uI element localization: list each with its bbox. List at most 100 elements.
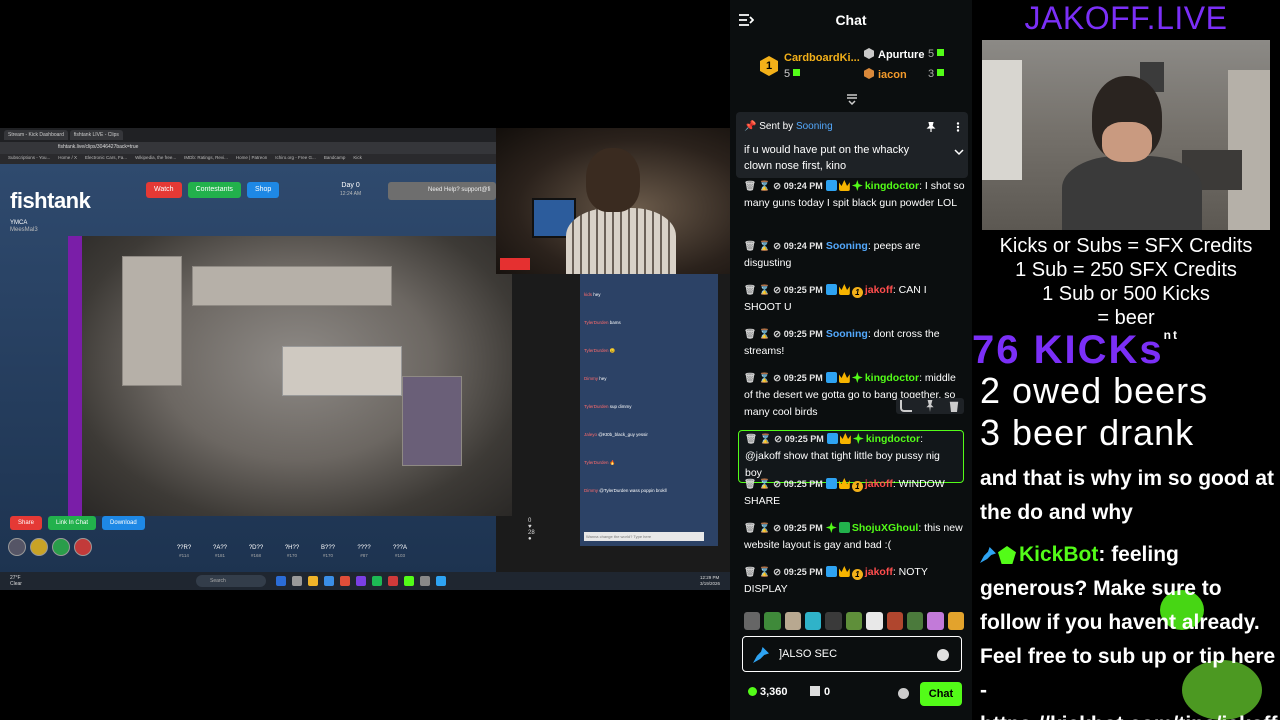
channel-points[interactable]: 3,360 — [748, 686, 788, 698]
emote-icon[interactable] — [825, 612, 842, 630]
pin-message-icon[interactable] — [926, 400, 934, 412]
emote-icon[interactable] — [927, 612, 944, 630]
mod-actions[interactable]: 🗑 ⌛ ⊘ — [744, 523, 784, 534]
gift-leaderboard[interactable]: 1 CardboardKi... 5 Apurture 5 iacon 3 — [730, 40, 972, 92]
message-username[interactable]: kingdoctor — [865, 372, 919, 384]
mod-actions[interactable]: 🗑 ⌛ ⊘ — [744, 241, 784, 252]
kick-icon[interactable] — [404, 576, 414, 586]
stat-sub: #87 — [360, 553, 368, 558]
contestants-button[interactable]: Contestants — [187, 182, 241, 198]
help-banner[interactable]: Need Help? support@fi — [388, 182, 496, 200]
owed-beers: 2 owed beers — [980, 370, 1209, 411]
message-username[interactable]: kingdoctor — [866, 433, 920, 445]
more-options-icon[interactable] — [956, 122, 960, 132]
chat-message[interactable]: 🗑 ⌛ ⊘ 09:25 PM 1 jakoff: NOTY DISPLAY — [744, 564, 966, 598]
shop-button[interactable]: Shop — [246, 182, 280, 198]
emote-icon[interactable] — [764, 612, 781, 630]
leaderboard-third[interactable]: iacon 3 — [864, 68, 945, 81]
browser-tab[interactable]: fishtank LIVE - Clips — [69, 130, 123, 140]
chat-message[interactable]: 🗑 ⌛ ⊘ 09:25 PM ShojuXGhoul: this new webs… — [744, 520, 966, 554]
emote-icon[interactable] — [805, 612, 822, 630]
chat-message-list[interactable]: 🗑 ⌛ ⊘ 09:24 PM kingdoctor: I shot so many… — [730, 178, 972, 606]
watch-button[interactable]: Watch — [146, 182, 182, 198]
emblem-icon[interactable] — [74, 538, 92, 556]
mod-actions[interactable]: 🗑 ⌛ ⊘ — [744, 373, 784, 384]
chat-message[interactable]: 🗑 ⌛ ⊘ 09:25 PM 1 jakoff: WINDOW SHARE — [744, 476, 966, 510]
screen: Stream - Kick Dashboard fishtank LIVE - … — [0, 0, 1280, 720]
app-icon[interactable] — [420, 576, 430, 586]
emoji-picker-icon[interactable] — [937, 649, 949, 661]
bookmark[interactable]: Electronic Cars, Fa... — [85, 155, 127, 163]
message-username[interactable]: Sooning — [826, 240, 868, 252]
mod-actions[interactable]: 🗑 ⌛ ⊘ — [744, 181, 784, 192]
emblem-icon[interactable] — [52, 538, 70, 556]
chat-message[interactable]: 🗑 ⌛ ⊘ 09:24 PM kingdoctor: I shot so many… — [744, 178, 966, 212]
emote-icon[interactable] — [784, 612, 802, 630]
obs-icon[interactable] — [388, 576, 398, 586]
taskbar-clock[interactable]: 12:29 PM 3/19/2026 — [700, 575, 720, 587]
emote-icon[interactable] — [947, 612, 964, 630]
reply-icon[interactable] — [900, 400, 912, 412]
mod-actions[interactable]: 🗑 ⌛ ⊘ — [744, 285, 784, 296]
gear-icon[interactable] — [898, 688, 909, 699]
bookmark[interactable]: Home / X — [58, 155, 77, 163]
mod-actions[interactable]: 🗑 ⌛ ⊘ — [744, 479, 784, 490]
chat-message[interactable]: 🗑 ⌛ ⊘ 09:25 PM Sooning: dont cross the st… — [744, 326, 966, 360]
message-username[interactable]: Sooning — [826, 328, 868, 340]
chat-input[interactable]: ]ALSO SEC — [742, 636, 962, 672]
emote-icon[interactable] — [866, 612, 883, 630]
bookmark[interactable]: Subscriptions - You... — [8, 155, 50, 163]
mod-actions[interactable]: 🗑 ⌛ ⊘ — [744, 329, 784, 340]
expand-leaderboard-icon[interactable] — [846, 93, 858, 105]
fishtank-logo[interactable]: fishtank — [10, 188, 91, 214]
spotify-icon[interactable] — [372, 576, 382, 586]
bookmark[interactable]: Kick — [353, 155, 362, 163]
chat-message[interactable]: 🗑 ⌛ ⊘ 09:25 PM 1 jakoff: CAN I SHOOT U — [744, 282, 966, 316]
bookmark[interactable]: IMDb: Ratings, Revi... — [184, 155, 228, 163]
pin-icon[interactable] — [926, 122, 936, 132]
chevron-down-icon[interactable] — [954, 148, 964, 156]
emote-icon[interactable] — [845, 612, 863, 630]
gifter-badge-icon — [852, 433, 864, 444]
emote-icon[interactable] — [886, 612, 903, 630]
bookmark[interactable]: Bandcamp — [324, 155, 346, 163]
download-button[interactable]: Download — [102, 516, 145, 530]
emote-icon[interactable] — [744, 612, 761, 630]
message-username[interactable]: jakoff — [865, 478, 893, 490]
taskbar-search[interactable]: Search — [196, 575, 266, 587]
mod-actions[interactable]: 🗑 ⌛ ⊘ — [744, 567, 784, 578]
taskview-icon[interactable] — [292, 576, 302, 586]
message-username[interactable]: kingdoctor — [865, 180, 919, 192]
app-icon[interactable] — [436, 576, 446, 586]
emblem-icon[interactable] — [30, 538, 48, 556]
browser-tab[interactable]: Stream - Kick Dashboard — [4, 130, 68, 140]
sent-by-user[interactable]: Sooning — [796, 121, 833, 132]
emblem-icon[interactable] — [8, 538, 26, 556]
message-username[interactable]: jakoff — [865, 566, 893, 578]
camera-feed[interactable] — [68, 236, 512, 516]
message-username[interactable]: jakoff — [865, 284, 893, 296]
pinned-message[interactable]: 📌 Sent by Sooning if u would have put on… — [736, 112, 968, 178]
bookmark[interactable]: Home | Patreon — [236, 155, 267, 163]
chrome-icon[interactable] — [340, 576, 350, 586]
emote-icon[interactable] — [906, 612, 924, 630]
discord-icon[interactable] — [356, 576, 366, 586]
weather-widget[interactable]: 27°F Clear — [10, 575, 22, 587]
cam-head — [586, 148, 640, 212]
link-in-chat-button[interactable]: Link In Chat — [48, 516, 97, 530]
folder-icon[interactable] — [308, 576, 318, 586]
mod-actions[interactable]: 🗑 ⌛ ⊘ — [745, 434, 785, 445]
ft-chat-input[interactable]: Wanna change the world? Type here — [584, 532, 704, 541]
leaderboard-second[interactable]: Apurture 5 — [864, 48, 945, 61]
share-button[interactable]: Share — [10, 516, 43, 530]
bookmark[interactable]: Ichiro.org - Free G... — [275, 155, 316, 163]
gift-count[interactable]: 0 — [810, 686, 830, 698]
bookmark[interactable]: Wikipedia, the free... — [135, 155, 176, 163]
send-chat-button[interactable]: Chat — [920, 682, 962, 706]
chat-message[interactable]: 🗑 ⌛ ⊘ 09:24 PM Sooning: peeps are disgust… — [744, 238, 966, 272]
windows-start-icon[interactable] — [276, 576, 286, 586]
edge-icon[interactable] — [324, 576, 334, 586]
delete-icon[interactable] — [949, 401, 959, 412]
address-bar[interactable]: fishtank.live/clips/3046427back=true — [0, 142, 496, 154]
message-username[interactable]: ShojuXGhoul — [852, 522, 919, 534]
